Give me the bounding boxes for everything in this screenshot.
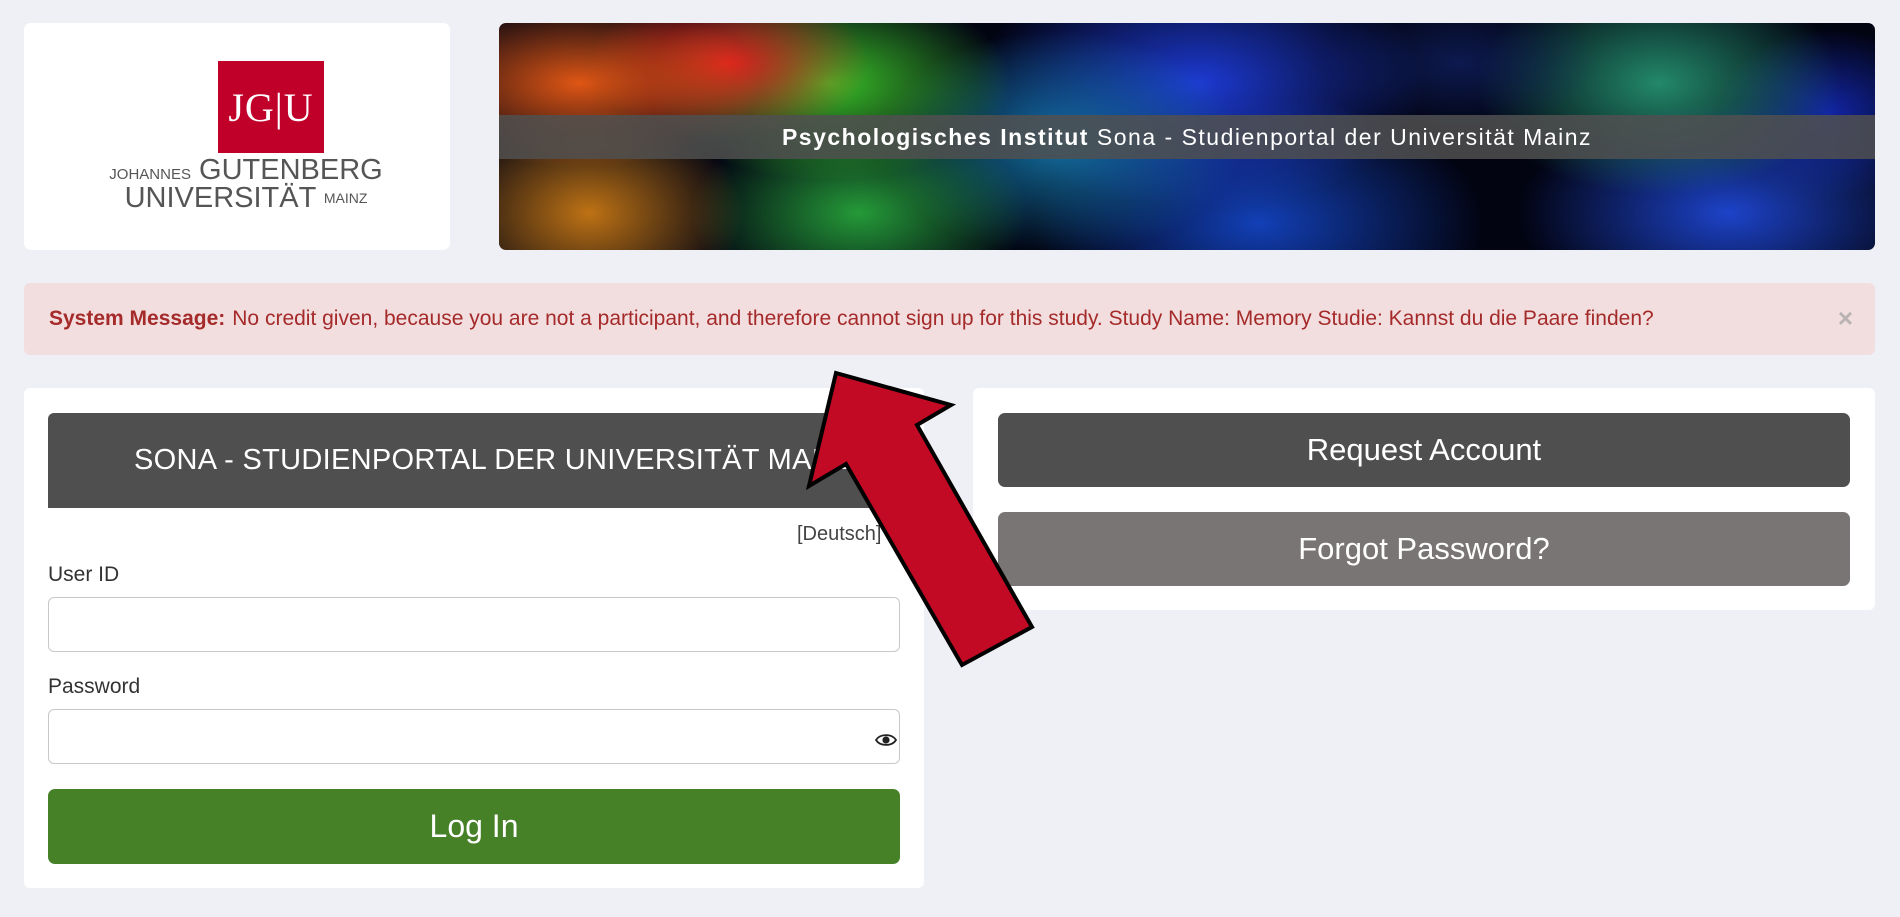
banner-title-bold: Psychologisches Institut bbox=[781, 123, 1089, 150]
alert-label: System Message: bbox=[49, 307, 226, 330]
system-message-alert: System Message: No credit given, because… bbox=[24, 283, 1875, 355]
request-account-button[interactable]: Request Account bbox=[998, 413, 1850, 487]
close-icon[interactable]: × bbox=[1838, 305, 1853, 331]
password-input[interactable] bbox=[48, 709, 900, 764]
jgu-logo-mark-text: JG|U bbox=[228, 84, 314, 130]
jgu-logo-mark: JG|U bbox=[218, 61, 324, 153]
show-password-eye-icon[interactable] bbox=[875, 732, 897, 748]
account-actions-panel: Request Account Forgot Password? bbox=[973, 388, 1875, 610]
header-banner: Psychologisches Institut Sona - Studienp… bbox=[499, 23, 1875, 250]
userid-label: User ID bbox=[48, 563, 120, 586]
forgot-password-button[interactable]: Forgot Password? bbox=[998, 512, 1850, 586]
password-label: Password bbox=[48, 675, 141, 698]
login-button[interactable]: Log In bbox=[48, 789, 900, 864]
login-panel-title: SONA - STUDIENPORTAL DER UNIVERSITÄT MAI… bbox=[48, 413, 900, 508]
banner-title: Psychologisches Institut Sona - Studienp… bbox=[499, 115, 1875, 159]
logo-wordmark-line2: UNIVERSITÄT MAINZ bbox=[96, 183, 396, 213]
banner-title-rest: Sona - Studienportal der Universität Mai… bbox=[1096, 123, 1593, 150]
logo-text-universitaet: UNIVERSITÄT bbox=[124, 182, 316, 214]
logo-text-johannes: JOHANNES bbox=[109, 166, 191, 183]
logo-text-mainz: MAINZ bbox=[323, 190, 368, 206]
login-panel: SONA - STUDIENPORTAL DER UNIVERSITÄT MAI… bbox=[24, 388, 924, 888]
language-switch-link[interactable]: [Deutsch] bbox=[797, 523, 881, 546]
university-logo[interactable]: JG|U JOHANNES GUTENBERG UNIVERSITÄT MAIN… bbox=[24, 23, 450, 250]
userid-input[interactable] bbox=[48, 597, 900, 652]
alert-text: No credit given, because you are not a p… bbox=[232, 307, 1654, 330]
